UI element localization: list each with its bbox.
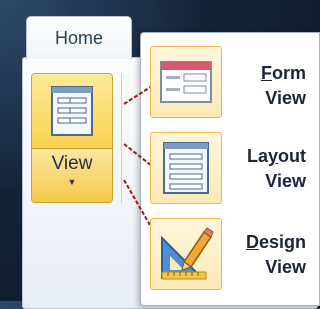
group-separator (121, 73, 122, 203)
form-view-line2: View (265, 88, 306, 108)
chevron-down-icon: ▼ (67, 177, 77, 187)
form-view-icon (160, 61, 212, 103)
form-view-accelerator: F (260, 63, 272, 83)
layout-view-menu-item[interactable]: Layout View (222, 144, 306, 194)
form-view-item-icon[interactable] (150, 46, 222, 118)
layout-view-accelerator: y (268, 146, 279, 166)
design-view-line2: View (265, 257, 306, 277)
tab-home[interactable]: Home (26, 16, 132, 59)
design-view-icon (161, 227, 214, 280)
design-view-line1: Design (245, 232, 306, 252)
view-button[interactable]: View ▼ (31, 73, 113, 203)
design-view-accelerator: D (245, 232, 259, 252)
design-view-item-icon[interactable] (150, 218, 222, 290)
form-view-menu-item[interactable]: Form View (222, 61, 306, 111)
layout-view-item-icon[interactable] (150, 132, 222, 204)
form-view-line1: Form (260, 63, 306, 83)
view-button-dropdown[interactable]: View ▼ (32, 149, 112, 202)
view-icon (51, 86, 93, 136)
layout-view-line2: View (265, 171, 306, 191)
view-button-top[interactable] (32, 74, 112, 149)
layout-view-line1: Layout (246, 146, 306, 166)
view-button-label: View (51, 153, 93, 174)
layout-view-icon (163, 142, 209, 194)
design-view-menu-item[interactable]: Design View (222, 230, 306, 280)
